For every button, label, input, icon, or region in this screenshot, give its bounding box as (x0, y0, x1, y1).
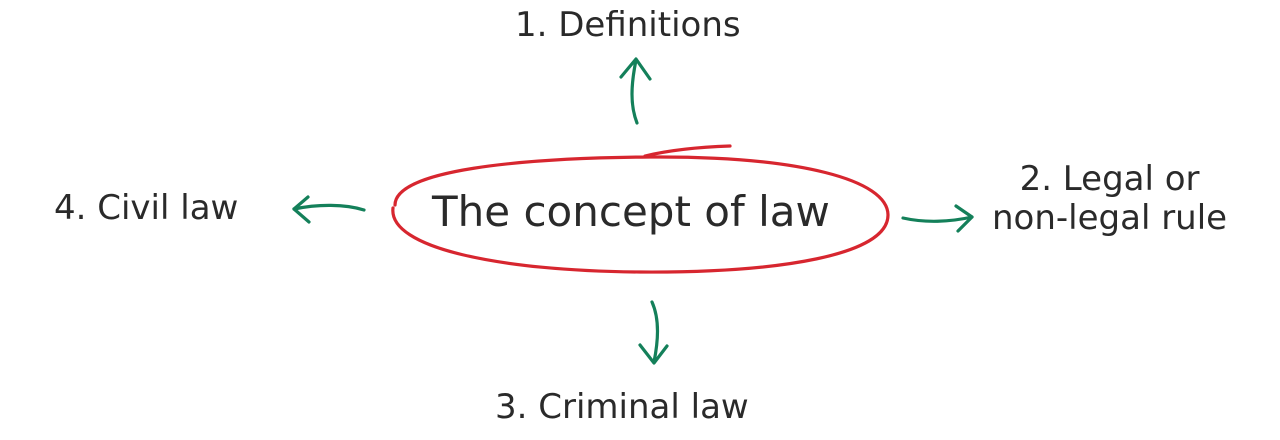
branch-civil-law-label: 4. Civil law (54, 188, 239, 228)
arrow-down-criminal (638, 300, 669, 365)
center-accent-stroke (643, 144, 732, 158)
arrow-up-definitions (619, 57, 652, 125)
branch-legal-rule-line2: non-legal rule (992, 198, 1228, 239)
branch-legal-rule-label: 2. Legal or non-legal rule (992, 159, 1228, 239)
center-topic-label: The concept of law (432, 187, 830, 236)
branch-definitions-label: 1. Definitions (515, 5, 741, 45)
branch-legal-rule-line1: 2. Legal or (1019, 159, 1200, 199)
arrow-right-legal (901, 204, 974, 233)
concept-map: 1. Definitions 2. Legal or non-legal rul… (0, 0, 1280, 440)
arrow-left-civil (292, 195, 366, 224)
branch-criminal-law-label: 3. Criminal law (495, 387, 749, 427)
